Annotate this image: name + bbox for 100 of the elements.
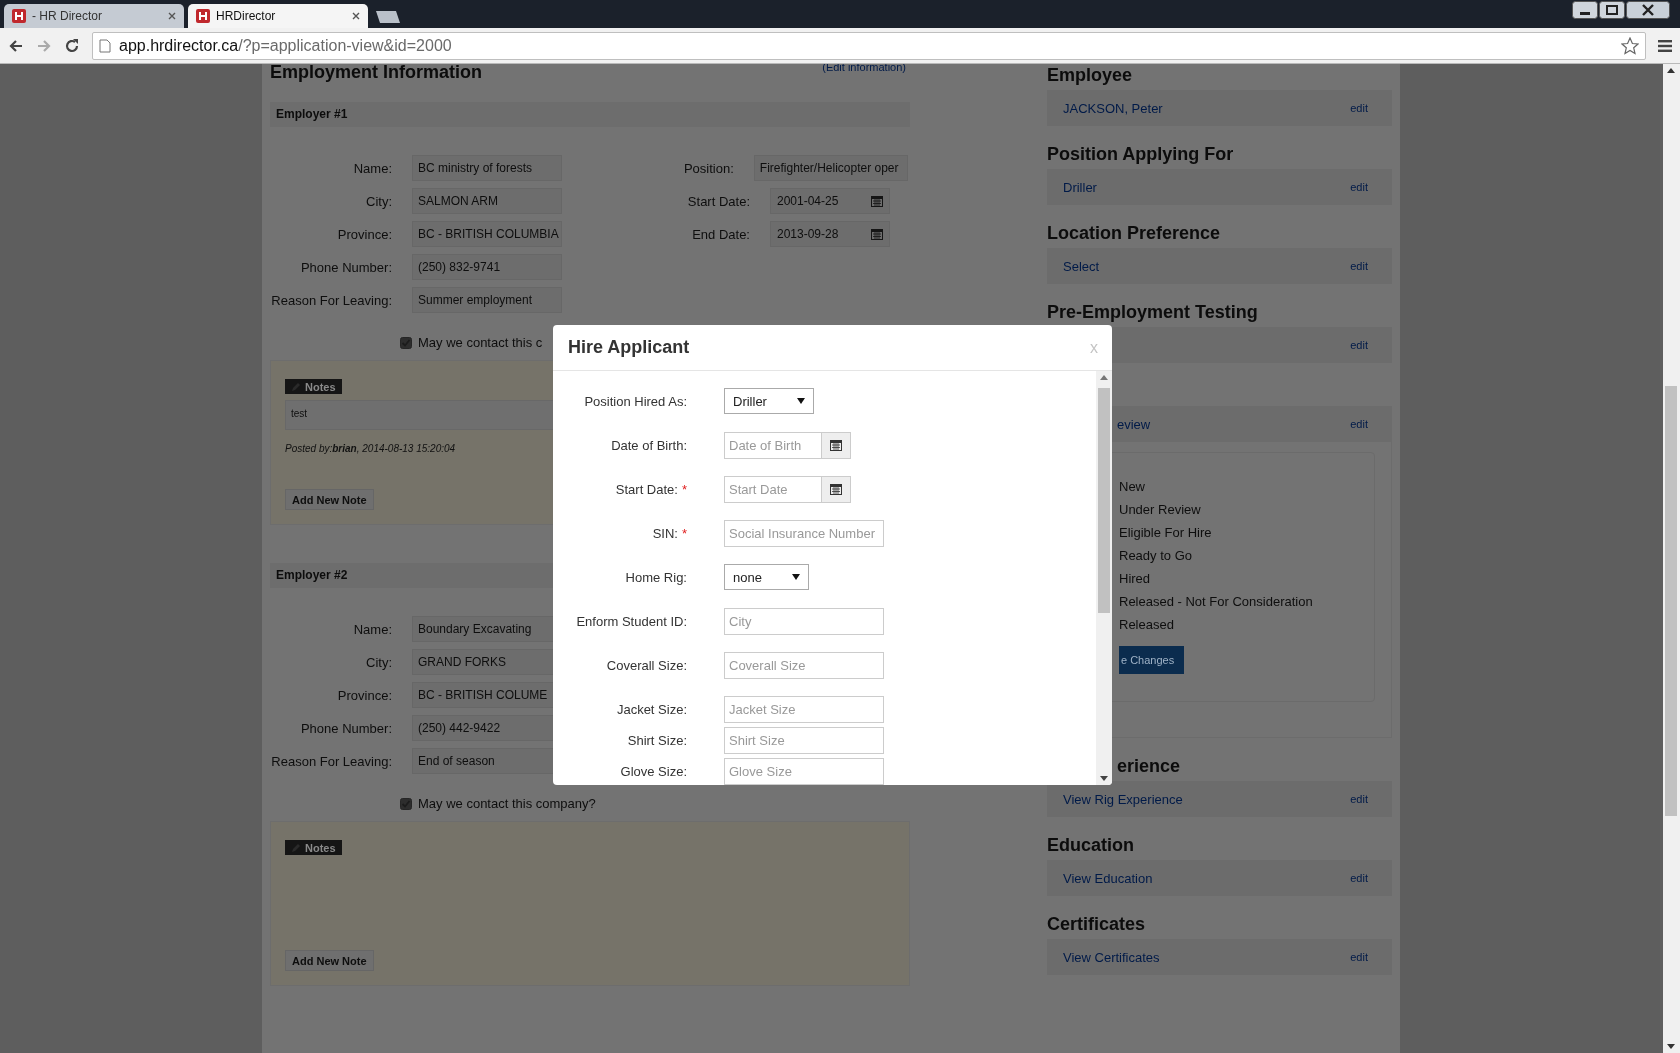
field-label: Glove Size: bbox=[620, 763, 687, 779]
required-mark: * bbox=[681, 481, 687, 497]
input-field[interactable]: Coverall Size bbox=[724, 651, 884, 679]
field-label: Province: bbox=[336, 226, 392, 243]
status-option[interactable]: New bbox=[1119, 475, 1145, 498]
section-heading: Location Preference bbox=[1047, 222, 1222, 244]
calendar-icon[interactable] bbox=[871, 195, 883, 207]
calendar-button[interactable] bbox=[822, 475, 851, 503]
link[interactable]: View Certificates bbox=[1063, 949, 1160, 965]
checkbox-label: May we contact this c bbox=[418, 335, 543, 350]
status-option[interactable]: Released - Not For Consideration bbox=[1119, 590, 1313, 613]
status-option[interactable]: Eligible For Hire bbox=[1119, 521, 1212, 544]
text-field[interactable]: BC - BRITISH COLUMBIA bbox=[412, 221, 562, 247]
status-option[interactable]: Released bbox=[1119, 613, 1174, 636]
input-field[interactable]: Glove Size bbox=[724, 757, 884, 785]
status-option[interactable]: Under Review bbox=[1119, 498, 1201, 521]
page-icon bbox=[99, 38, 111, 53]
text-field[interactable]: (250) 832-9741 bbox=[412, 254, 562, 280]
minimize-icon[interactable] bbox=[1572, 1, 1598, 19]
input-field[interactable]: Social Insurance Number bbox=[724, 519, 884, 547]
link[interactable]: Select bbox=[1063, 258, 1100, 274]
menu-icon[interactable] bbox=[1658, 39, 1672, 52]
dropdown[interactable]: none bbox=[724, 564, 809, 590]
browser-tab[interactable]: HRDirector bbox=[188, 4, 368, 28]
checkbox[interactable] bbox=[400, 797, 412, 810]
scroll-up-icon[interactable] bbox=[1667, 68, 1675, 73]
field-label: Start Date: bbox=[686, 193, 750, 210]
close-icon[interactable] bbox=[168, 12, 176, 20]
back-icon[interactable] bbox=[8, 37, 24, 54]
caret-icon bbox=[791, 574, 800, 580]
section-heading: Pre-Employment Testing bbox=[1047, 301, 1259, 323]
star-icon[interactable] bbox=[1621, 36, 1639, 55]
section-heading: Employment Information bbox=[270, 64, 482, 83]
required-mark: * bbox=[681, 525, 687, 541]
status-option[interactable]: Hired bbox=[1119, 567, 1151, 590]
link[interactable]: View Rig Experience bbox=[1063, 791, 1183, 807]
field-label: Name: bbox=[352, 621, 392, 638]
notes-badge: Notes bbox=[285, 379, 342, 394]
input-field[interactable]: Shirt Size bbox=[724, 726, 884, 754]
date-field[interactable]: Start Date bbox=[724, 475, 822, 503]
edit-link[interactable]: edit bbox=[1350, 951, 1368, 963]
calendar-icon bbox=[830, 483, 842, 495]
calendar-button[interactable] bbox=[822, 431, 851, 459]
text-field[interactable]: SALMON ARM bbox=[412, 188, 562, 214]
link[interactable]: View Education bbox=[1063, 870, 1153, 886]
field-label: Position: bbox=[682, 160, 734, 177]
reload-icon[interactable] bbox=[64, 37, 80, 54]
notes-badge: Notes bbox=[285, 840, 342, 855]
status-option[interactable]: Ready to Go bbox=[1119, 544, 1192, 567]
field-label: SIN: bbox=[652, 525, 678, 541]
input-field[interactable]: Jacket Size bbox=[724, 695, 884, 723]
link[interactable]: JACKSON, Peter bbox=[1063, 100, 1163, 116]
edit-link[interactable]: edit bbox=[1350, 793, 1368, 805]
input-field[interactable]: City bbox=[724, 607, 884, 635]
browser-tab[interactable]: - HR Director bbox=[4, 4, 184, 28]
edit-link[interactable]: (Edit information) bbox=[822, 64, 906, 73]
edit-link[interactable]: edit bbox=[1350, 260, 1368, 272]
field-label: Coverall Size: bbox=[606, 657, 687, 673]
maximize-icon[interactable] bbox=[1599, 1, 1625, 19]
field-label: Name: bbox=[352, 160, 392, 177]
edit-link[interactable]: edit bbox=[1350, 418, 1368, 430]
edit-link[interactable]: edit bbox=[1350, 102, 1368, 114]
field-label: Shirt Size: bbox=[627, 732, 687, 748]
calendar-icon[interactable] bbox=[871, 228, 883, 240]
url-path: /?p=application-view&id=2000 bbox=[238, 36, 452, 54]
date-field[interactable]: 2013-09-28 bbox=[770, 221, 890, 247]
scrollbar[interactable] bbox=[1096, 371, 1112, 785]
field-label: Province: bbox=[336, 687, 392, 704]
date-field[interactable]: 2001-04-25 bbox=[770, 188, 890, 214]
logo-icon bbox=[196, 9, 210, 23]
add-note-button[interactable]: Add New Note bbox=[285, 950, 374, 971]
save-button[interactable]: e Changes bbox=[1119, 646, 1185, 674]
close-icon[interactable] bbox=[1626, 1, 1670, 19]
text-field[interactable]: BC ministry of forests bbox=[412, 155, 562, 181]
text-field[interactable]: Firefighter/Helicopter oper bbox=[753, 155, 908, 181]
link[interactable]: eview bbox=[1117, 416, 1151, 432]
section-heading: Employee bbox=[1047, 64, 1134, 86]
field-label: Jacket Size: bbox=[616, 701, 687, 717]
edit-link[interactable]: edit bbox=[1350, 872, 1368, 884]
text-field[interactable]: Summer employment bbox=[412, 287, 562, 313]
url-host: app.hrdirector.ca bbox=[119, 36, 239, 54]
field-label: Date of Birth: bbox=[611, 437, 687, 453]
edit-link[interactable]: edit bbox=[1350, 339, 1368, 351]
section-heading: erience bbox=[1117, 755, 1182, 777]
date-field[interactable]: Date of Birth bbox=[724, 431, 822, 459]
dialog-title: Hire Applicant bbox=[568, 337, 690, 358]
employer-header: Employer #1 bbox=[270, 102, 910, 127]
section-heading: Education bbox=[1047, 834, 1135, 856]
dropdown[interactable]: Driller bbox=[724, 388, 814, 414]
close-icon[interactable] bbox=[352, 12, 360, 20]
field-label: Enform Student ID: bbox=[576, 613, 687, 629]
caret-icon bbox=[796, 398, 805, 404]
edit-link[interactable]: edit bbox=[1350, 181, 1368, 193]
link[interactable]: Driller bbox=[1063, 179, 1097, 195]
address-field[interactable]: app.hrdirector.ca/?p=application-view&id=2000 bbox=[92, 31, 1646, 60]
scroll-down-icon[interactable] bbox=[1667, 1044, 1675, 1049]
scrollbar[interactable] bbox=[1663, 64, 1680, 1053]
field-label: Phone Number: bbox=[299, 720, 392, 737]
add-note-button[interactable]: Add New Note bbox=[285, 489, 374, 510]
checkbox[interactable] bbox=[400, 336, 412, 349]
